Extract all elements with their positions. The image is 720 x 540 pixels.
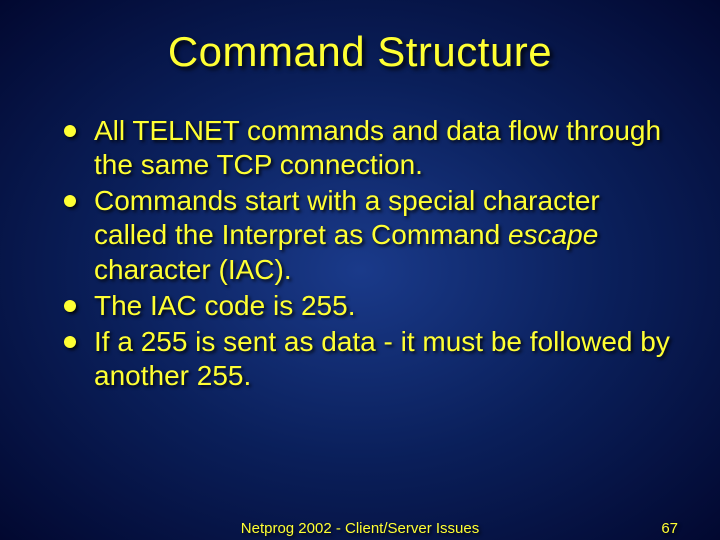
bullet-text-em: escape (508, 219, 598, 250)
bullet-text: The IAC code is 255. (94, 290, 355, 321)
bullet-text: All TELNET commands and data flow throug… (94, 115, 661, 180)
bullet-item: All TELNET commands and data flow throug… (64, 114, 670, 182)
bullet-text: If a 255 is sent as data - it must be fo… (94, 326, 670, 391)
slide-title: Command Structure (50, 28, 670, 76)
bullet-item: The IAC code is 255. (64, 289, 670, 323)
bullet-item: Commands start with a special character … (64, 184, 670, 286)
bullet-text-post: character (IAC). (94, 254, 292, 285)
bullet-list: All TELNET commands and data flow throug… (50, 114, 670, 393)
slide-number: 67 (661, 520, 678, 537)
footer-text: Netprog 2002 - Client/Server Issues (241, 520, 479, 537)
slide: Command Structure All TELNET commands an… (0, 0, 720, 540)
bullet-item: If a 255 is sent as data - it must be fo… (64, 325, 670, 393)
